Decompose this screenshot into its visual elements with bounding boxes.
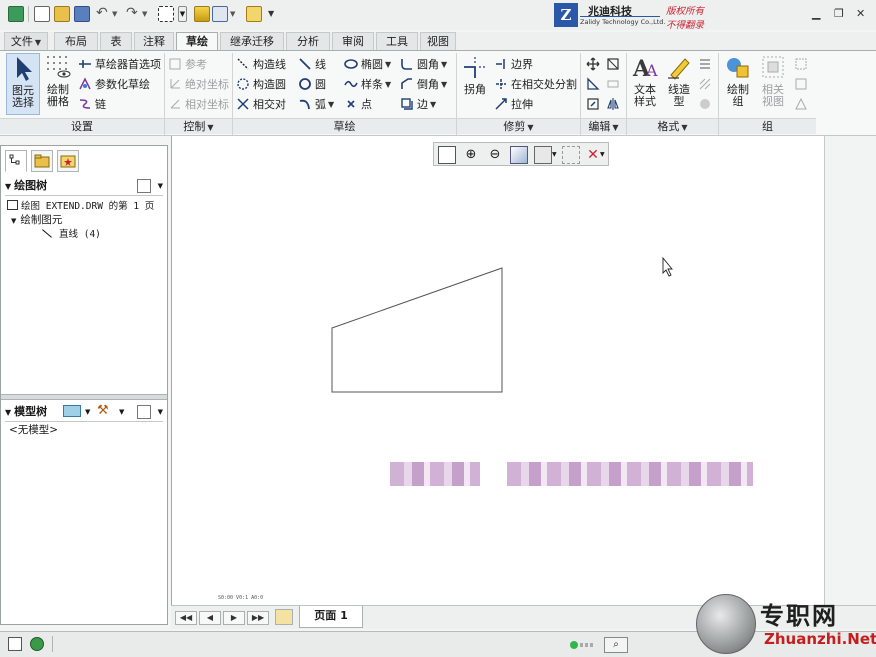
sketch-quadrilateral[interactable]: [331, 267, 503, 393]
regen-status-icon: [570, 641, 578, 649]
last-page-button[interactable]: ▶▶: [247, 611, 269, 625]
mouse-cursor-icon: [662, 256, 673, 277]
add-page-button[interactable]: [275, 609, 293, 625]
redacted-area: [390, 462, 480, 486]
watermark-text-en: Zhuanzhi.Net: [764, 630, 876, 648]
selection-status: S0:00 V0:1 A0:0: [218, 595, 264, 601]
redacted-area: [507, 462, 753, 486]
watermark-logo: [696, 594, 756, 654]
previous-page-button[interactable]: ◀: [199, 611, 221, 625]
divider: [52, 636, 53, 652]
browser-toggle-icon[interactable]: [30, 637, 44, 651]
watermark-text-cn: 专职网: [760, 601, 838, 630]
sketch-geometry: [331, 256, 673, 393]
first-page-button[interactable]: ◀◀: [175, 611, 197, 625]
next-page-button[interactable]: ▶: [223, 611, 245, 625]
page-tab-1[interactable]: 页面 1: [299, 606, 363, 628]
right-side-area: [824, 136, 876, 605]
find-icon[interactable]: ⌕: [604, 637, 628, 653]
regen-status-dots: [580, 643, 594, 647]
navigator-toggle-icon[interactable]: [8, 637, 22, 651]
